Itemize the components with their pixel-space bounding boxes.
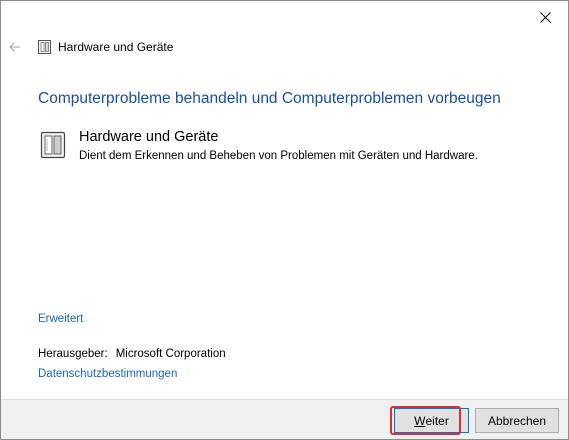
nav-title: Hardware und Geräte [58, 40, 174, 54]
publisher-info: Herausgeber: Microsoft Corporation [38, 347, 226, 361]
next-button[interactable]: Weiter [394, 408, 469, 433]
next-button-label: eiter [425, 413, 449, 428]
back-arrow-icon [9, 42, 20, 52]
device-icon [38, 40, 51, 54]
navigation-bar: Hardware und Geräte [1, 33, 568, 61]
task-title: Hardware und Geräte [79, 129, 219, 145]
publisher-label: Herausgeber: [38, 348, 108, 360]
close-icon [539, 11, 551, 23]
privacy-link[interactable]: Datenschutzbestimmungen [38, 367, 177, 381]
cancel-button[interactable]: Abbrechen [475, 408, 559, 433]
troubleshooter-window: Hardware und Geräte Computerprobleme beh… [0, 0, 569, 440]
footer-bar: Weiter Abbrechen [1, 399, 568, 439]
publisher-value: Microsoft Corporation [115, 348, 226, 360]
hardware-device-icon [40, 131, 66, 159]
task-description: Dient dem Erkennen und Beheben von Probl… [79, 150, 478, 162]
back-button[interactable] [7, 39, 23, 55]
next-button-accesskey: W [414, 413, 426, 428]
advanced-link[interactable]: Erweitert [38, 312, 83, 326]
close-button[interactable] [522, 1, 568, 33]
page-heading: Computerprobleme behandeln und Computerp… [38, 90, 501, 107]
